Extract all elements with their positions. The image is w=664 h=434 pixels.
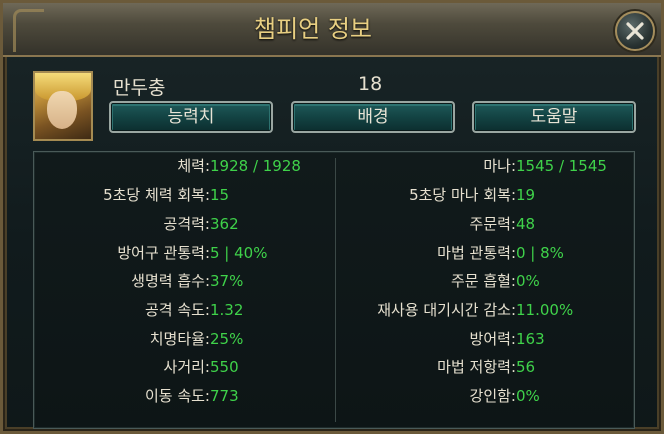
stat-label: 이동 속도:	[144, 387, 210, 405]
stat-label: 주문 흡혈:	[450, 272, 516, 290]
stat-label: 강인함:	[469, 387, 516, 405]
stat-value: 5 | 40%	[210, 244, 268, 262]
stat-label: 주문력:	[469, 215, 516, 233]
stat-row-life-steal: 생명력 흡수: 37%	[34, 269, 334, 293]
stat-label: 공격 속도:	[144, 301, 210, 319]
stat-label: 공격력:	[163, 215, 210, 233]
stat-value: 163	[516, 330, 545, 348]
stat-label: 치명타율:	[149, 330, 210, 348]
champion-header: 만두충 18 능력치 배경 도움말	[23, 65, 641, 145]
stat-value: 37%	[210, 272, 244, 290]
stat-value: 0%	[516, 272, 540, 290]
portrait-face	[47, 91, 77, 129]
stat-row-mana: 마나: 1545 / 1545	[336, 154, 634, 178]
stat-value: 362	[210, 215, 239, 233]
stat-label: 방어구 관통력:	[117, 244, 210, 262]
stat-row-tenacity: 강인함: 0%	[336, 384, 634, 408]
stat-value: 19	[516, 186, 536, 204]
stat-label: 체력:	[177, 157, 210, 175]
stat-row-crit-chance: 치명타율: 25%	[34, 327, 334, 351]
stat-value: 48	[516, 215, 536, 233]
stat-row-health-regen: 5초당 체력 회복: 15	[34, 183, 334, 207]
stat-value: 11.00%	[516, 301, 574, 319]
stat-label: 5초당 마나 회복:	[409, 186, 516, 204]
stat-value: 0 | 8%	[516, 244, 564, 262]
stat-row-magic-resist: 마법 저항력: 56	[336, 355, 634, 379]
stat-row-move-speed: 이동 속도: 773	[34, 384, 334, 408]
stat-value: 1.32	[210, 301, 244, 319]
stat-value: 15	[210, 186, 230, 204]
stats-panel: 체력: 1928 / 1928 5초당 체력 회복: 15 공격력: 362 방…	[33, 151, 635, 429]
stat-value: 25%	[210, 330, 244, 348]
champion-portrait	[33, 71, 93, 141]
champion-level: 18	[358, 73, 383, 95]
champion-name: 만두충	[113, 77, 166, 99]
window-title: 챔피언 정보	[253, 15, 373, 43]
stat-row-cooldown-reduction: 재사용 대기시간 감소: 11.00%	[336, 298, 634, 322]
stat-label: 방어력:	[469, 330, 516, 348]
stat-label: 5초당 체력 회복:	[103, 186, 210, 204]
stat-value: 1928 / 1928	[210, 157, 301, 175]
stat-value: 1545 / 1545	[516, 157, 607, 175]
stat-value: 550	[210, 358, 239, 376]
stat-row-range: 사거리: 550	[34, 355, 334, 379]
stat-value: 56	[516, 358, 536, 376]
stat-label: 마법 저항력:	[437, 358, 516, 376]
champion-info-window: 챔피언 정보 만두충 18 능력치 배경 도움말 체력: 1928 / 1928…	[0, 0, 664, 434]
stat-value: 0%	[516, 387, 540, 405]
stat-row-armor-pen: 방어구 관통력: 5 | 40%	[34, 241, 334, 265]
stat-row-armor: 방어력: 163	[336, 327, 634, 351]
stat-row-magic-pen: 마법 관통력: 0 | 8%	[336, 241, 634, 265]
close-button[interactable]	[615, 11, 655, 51]
stat-row-health: 체력: 1928 / 1928	[34, 154, 334, 178]
stat-value: 773	[210, 387, 239, 405]
tab-background[interactable]: 배경	[291, 101, 455, 133]
stat-row-attack-speed: 공격 속도: 1.32	[34, 298, 334, 322]
stat-row-attack-damage: 공격력: 362	[34, 212, 334, 236]
stat-label: 사거리:	[163, 358, 210, 376]
stat-row-ability-power: 주문력: 48	[336, 212, 634, 236]
tab-stats[interactable]: 능력치	[109, 101, 273, 133]
stat-label: 마나:	[483, 157, 516, 175]
stat-label: 마법 관통력:	[437, 244, 516, 262]
stat-label: 재사용 대기시간 감소:	[377, 301, 516, 319]
title-bar[interactable]: 챔피언 정보	[3, 3, 661, 57]
stat-row-spell-vamp: 주문 흡혈: 0%	[336, 269, 634, 293]
stat-label: 생명력 흡수:	[131, 272, 210, 290]
close-x-icon	[626, 22, 644, 40]
stat-row-mana-regen: 5초당 마나 회복: 19	[336, 183, 634, 207]
tab-help[interactable]: 도움말	[472, 101, 636, 133]
